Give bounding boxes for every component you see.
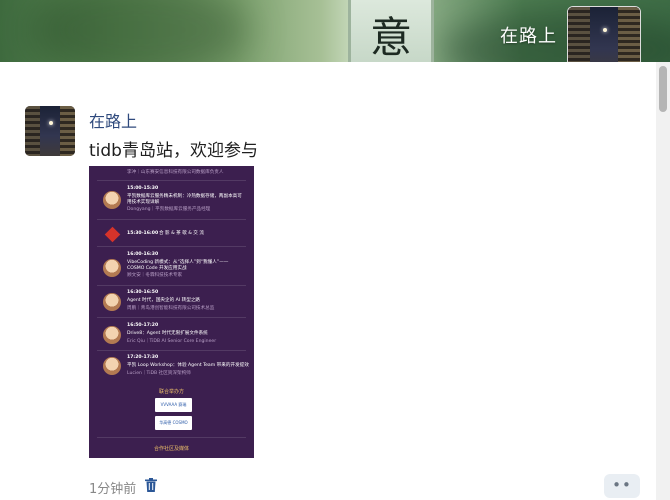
session-title: 平凯数据库云服务精未机制：冷热数据存储，两副本高可用技术实现详解 [127,194,242,205]
scrollbar-track[interactable] [656,62,670,500]
poster-divider [97,219,246,220]
poster-top-partial: 李冲｜山东赛安信息科技有限公司数据库负责人 [127,170,224,175]
session-time: 17:20-17:30 [127,355,159,360]
poster-divider [97,317,246,318]
speaker-photo [103,357,121,375]
avatar-moon [602,28,607,32]
organizer-logo: 华高德 COSMO [155,416,192,430]
poster-divider [97,180,246,181]
post-body-text: tidb青岛站，欢迎参与 [89,141,258,161]
cover-plaque-char: 意 [369,13,412,62]
session-speaker: 顾文安｜冬霖科技技术专家 [127,273,183,278]
post-image-poster[interactable]: 李冲｜山东赛安信息科技有限公司数据库负责人 15:00-15:30 平凯数据库云… [89,166,254,458]
speaker-photo [103,259,121,277]
session-speaker: 周鹏｜青岛港创智能科技有限公司技术总监 [127,306,215,311]
topic-page: 意 在路上 在路上 tidb青岛站，欢迎参与 李冲｜山东赛安信息科技有限公司数据… [0,0,670,500]
poster-divider [97,246,246,247]
session-title: Agent 时代，国央企的 AI 转型之路 [127,298,201,303]
poster-divider [97,350,246,351]
session-time: 16:00-16:30 [127,252,159,257]
avatar-building-right [60,106,75,156]
session-time: 16:50-17:20 [127,323,159,328]
session-time: 16:30-16:50 [127,290,159,295]
organizer-logo: VVVAAA 赛瑞 [155,398,192,412]
post-author-avatar[interactable] [25,106,75,156]
speaker-photo [103,191,121,209]
more-actions-button[interactable]: •• [604,474,640,498]
avatar-image [25,106,75,156]
avatar-image [568,7,640,62]
break-time: 15:30-16:00 [127,231,159,236]
scrollbar-thumb[interactable] [659,66,667,112]
avatar-building-right [618,7,640,62]
avatar-moon [49,121,53,125]
profile-cover-banner: 意 在路上 [0,0,670,62]
cover-foliage [30,0,250,62]
break-title: 合 影 & 茶 歇 & 交 流 [159,231,204,236]
avatar-building-left [25,106,40,156]
session-time: 15:00-15:30 [127,186,159,191]
trash-icon[interactable] [145,478,157,492]
cover-username[interactable]: 在路上 [500,22,557,48]
speaker-photo [103,326,121,344]
media-label: 合作社区及媒体 [153,446,189,452]
break-cube-icon [104,226,121,243]
post-timestamp[interactable]: 1分钟前 [89,478,136,497]
speaker-photo [103,293,121,311]
session-speaker: Eric Qiu｜TiDB AI Senior Core Engineer [127,339,217,344]
session-title: Drive8：Agent 时代无限扩展文件系统 [127,331,208,336]
poster-divider [97,285,246,286]
poster-divider [97,437,246,438]
post-author-name[interactable]: 在路上 [89,108,137,132]
avatar-building-left [568,7,590,62]
organizers-label: 联合举办方 [158,389,184,395]
session-speaker: Lucien｜TiDB 社区资深架构师 [127,371,191,376]
session-speaker: Dongyang｜平凯数据库云服务产品经理 [127,207,211,212]
session-title: 平凯 Loop Workshop：体验 Agent Team 带来的开发提效 [127,363,249,368]
session-title: VibeCoding 新模式：从“选择人”到“我懂人”——COSMO Code … [127,260,229,271]
cover-avatar[interactable] [567,6,641,62]
